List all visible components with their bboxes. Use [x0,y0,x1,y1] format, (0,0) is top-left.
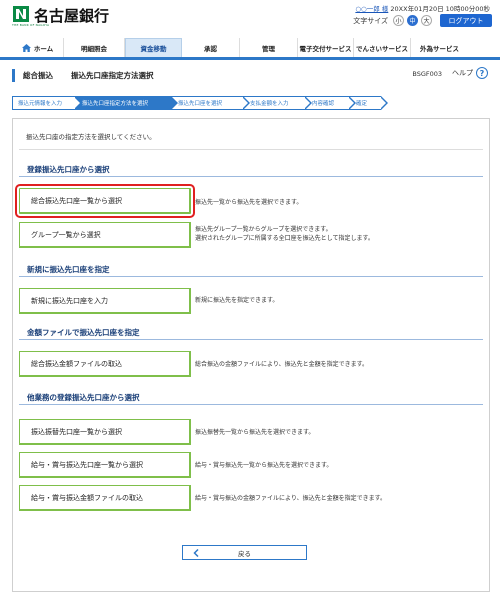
nav-fund-transfer[interactable]: 資金移動 [125,38,182,57]
help-icon: ? [476,67,488,79]
option-description-line: 選択されたグループに所属する全口座を振込先として指定します。 [195,235,374,242]
page-subtitle: 振込先口座指定方法選択 [71,70,154,80]
bank-name: 名古屋銀行 [34,7,110,25]
nav-e-delivery[interactable]: 電子交付サービス [298,38,354,57]
option-description: 振込先一覧から振込先を選択できます。 [195,199,303,206]
select-salary-transfer-list-button[interactable]: 給与・賞与振込先口座一覧から選択 [19,452,191,478]
select-group-list-button[interactable]: グループ一覧から選択 [19,222,191,248]
nav-admin[interactable]: 管理 [240,38,298,57]
import-amount-file-button[interactable]: 総合振込金額ファイルの取込 [19,351,191,377]
global-nav: ホーム 明細照会 資金移動 承認 管理 電子交付サービス でんさいサービス 外為… [0,38,500,60]
nav-home-label: ホーム [33,44,54,53]
help-label: ヘルプ [452,69,473,77]
back-label: 戻る [238,549,251,558]
divider [19,149,483,150]
nav-forex[interactable]: 外為サービス [411,38,468,57]
nav-densai[interactable]: でんさいサービス [354,38,411,57]
option-description: 振込先グループ一覧からグループを選択できます。 選択されたグループに所属する全口… [195,225,374,243]
chevron-left-icon [193,549,199,557]
option-description: 新規に振込先を指定できます。 [195,297,279,304]
enter-new-account-button[interactable]: 新規に振込先口座を入力 [19,288,191,314]
font-size-large-button[interactable]: 大 [421,15,432,26]
import-salary-amount-file-button[interactable]: 給与・賞与振込金額ファイルの取込 [19,485,191,511]
font-size-label: 文字サイズ [353,16,388,25]
font-size-small-button[interactable]: 小 [393,15,404,26]
home-icon [21,43,31,52]
step-3: 振込先口座を選択 [171,96,250,110]
nav-home[interactable]: ホーム [12,38,64,57]
font-size-controls: 文字サイズ 小 中 大 ログアウト [353,14,492,27]
section-heading-other-services: 他業務の登録振込先口座から選択 [19,392,483,405]
option-description-line: 振込先グループ一覧からグループを選択できます。 [195,226,332,233]
select-general-transfer-list-button[interactable]: 総合振込先口座一覧から選択 [15,184,195,218]
section-heading-registered: 登録振込先口座から選択 [19,164,483,177]
header: THE BANK OF NAGOYA 名古屋銀行 ○○一郎 様 20XX年01月… [0,0,500,36]
screen-id: BSGF003 [412,70,442,78]
page-title-bar: 総合振込 振込先口座指定方法選択 BSGF003 ヘルプ ? [12,66,490,84]
back-button[interactable]: 戻る [182,545,307,560]
user-name[interactable]: ○○一郎 様 [355,5,388,13]
step-4: 支払金額を入力 [243,96,312,110]
option-description: 振込振替先一覧から振込先を選択できます。 [195,429,315,436]
nav-statements[interactable]: 明細照会 [64,38,125,57]
help-link[interactable]: ヘルプ ? [452,67,488,79]
section-heading-amount-file: 金額ファイルで振込先口座を指定 [19,327,483,340]
font-size-medium-button[interactable]: 中 [407,15,418,26]
main-content: 振込先口座の指定方法を選択してください。 登録振込先口座から選択 総合振込先口座… [12,118,490,592]
login-time: 20XX年01月20日 10時00分00秒 [390,5,490,13]
select-transfer-list-button[interactable]: 振込振替先口座一覧から選択 [19,419,191,445]
instruction-text: 振込先口座の指定方法を選択してください。 [26,133,156,141]
step-1: 振込元情報を入力 [12,96,82,110]
progress-steps: 振込元情報を入力 振込先口座指定方法を選択 振込先口座を選択 支払金額を入力 内… [12,96,388,110]
option-description: 総合振込の金額ファイルにより、振込先と金額を指定できます。 [195,361,369,368]
bank-logo-icon [13,6,29,22]
user-info: ○○一郎 様 20XX年01月20日 10時00分00秒 [355,3,490,13]
logout-button[interactable]: ログアウト [440,14,492,27]
title-accent [12,68,15,82]
nav-approval[interactable]: 承認 [182,38,240,57]
option-description: 給与・賞与振込先一覧から振込先を選択できます。 [195,462,333,469]
step-2-current: 振込先口座指定方法を選択 [75,96,178,110]
section-heading-new: 新規に振込先口座を指定 [19,264,483,277]
page-title: 総合振込 [23,70,53,80]
option-description: 給与・賞与振込の金額ファイルにより、振込先と金額を指定できます。 [195,495,387,502]
